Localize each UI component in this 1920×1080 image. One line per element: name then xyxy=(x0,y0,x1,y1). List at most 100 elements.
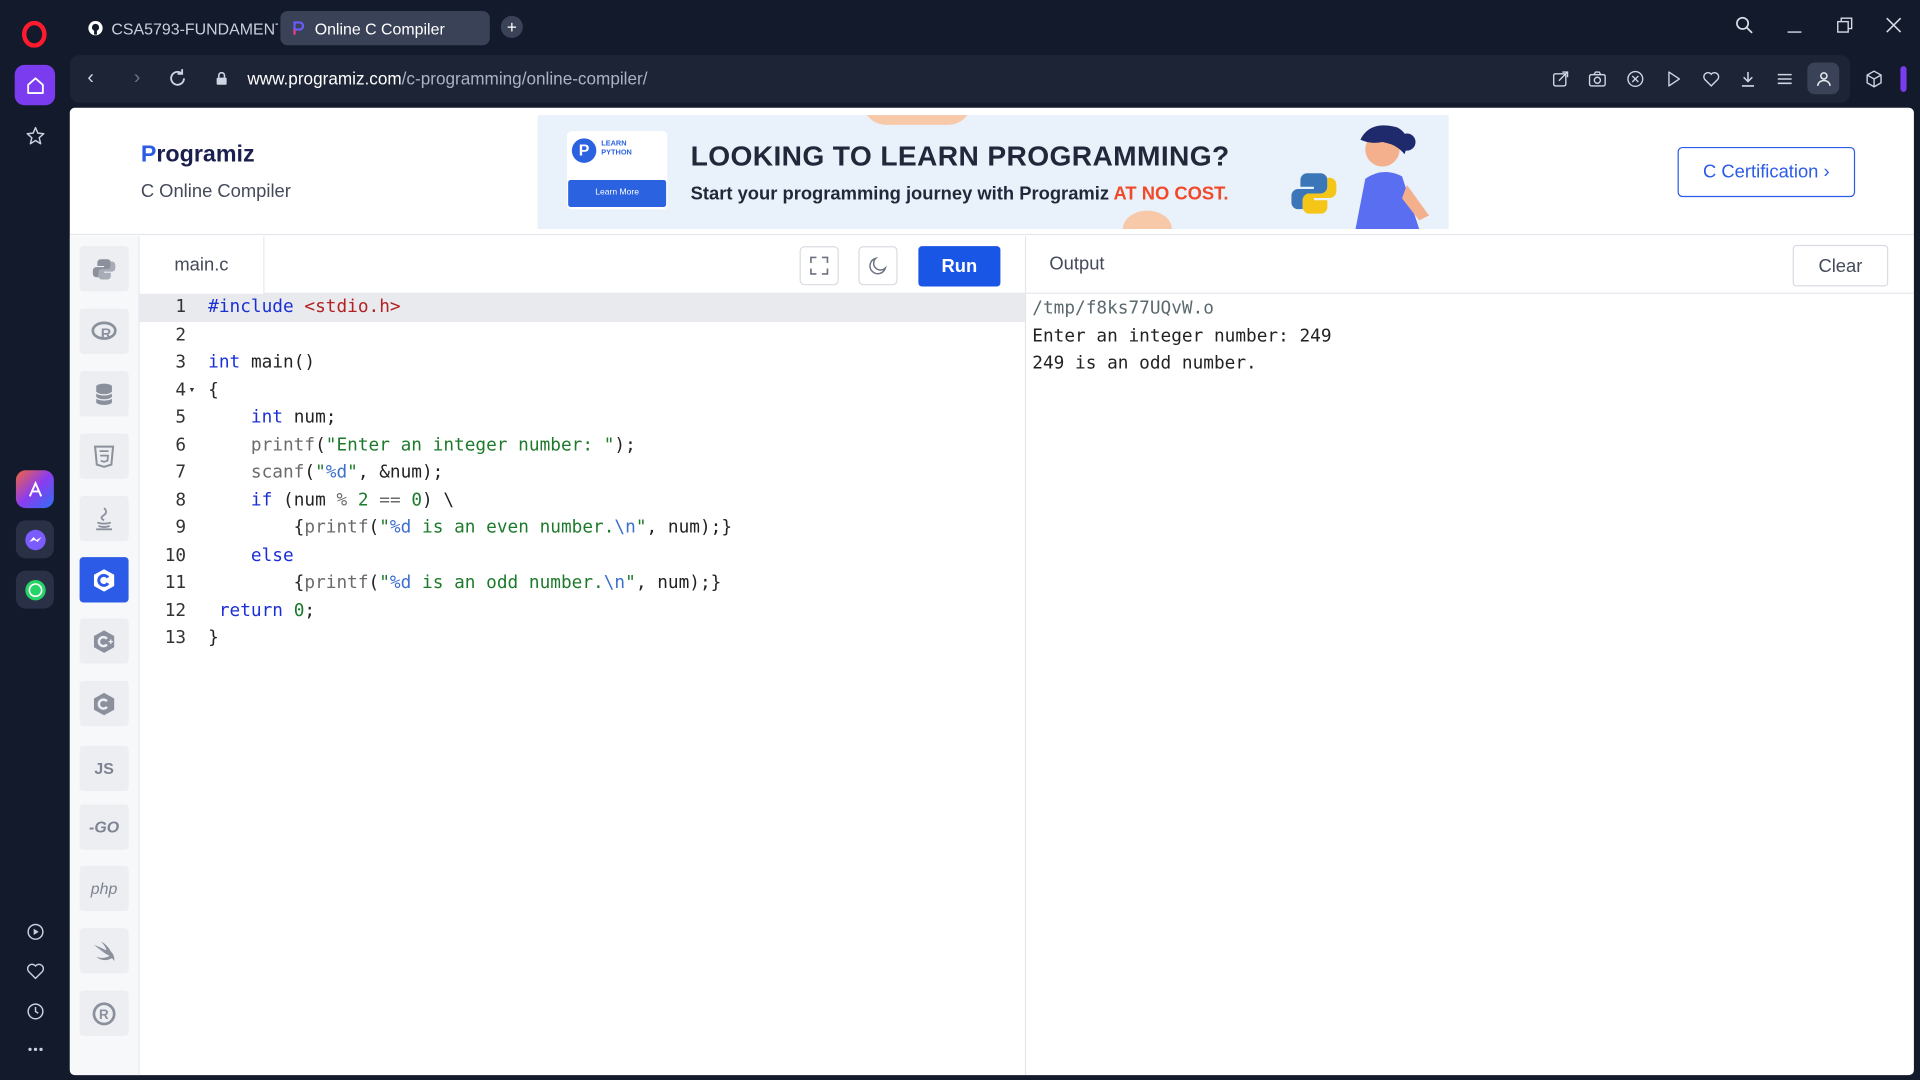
profile-button[interactable] xyxy=(1807,62,1840,95)
ad-banner[interactable]: P LEARN PYTHON Learn More LOOKING TO LEA… xyxy=(537,115,1449,229)
line-number: 5 xyxy=(175,407,187,428)
banner-subtitle-highlight: AT NO COST. xyxy=(1113,183,1229,205)
tab-online-c-compiler[interactable]: Online C Compiler xyxy=(280,11,490,46)
code-line: 5 int num; xyxy=(140,404,1025,432)
python-icon xyxy=(92,258,116,279)
code-line: 13} xyxy=(140,624,1025,652)
r-language-icon: R xyxy=(91,320,117,342)
page-subtitle: C Online Compiler xyxy=(140,181,291,203)
programiz-logo[interactable]: Programiz xyxy=(141,142,255,169)
tab-bar: CSA5793-FUNDAMENTAL Online C Compiler + xyxy=(70,0,1920,54)
player-icon[interactable] xyxy=(15,911,55,951)
new-tab-button[interactable]: + xyxy=(500,15,523,38)
lang-sql-button[interactable] xyxy=(79,371,129,417)
code-line: 11 {printf("%d is an odd number.\n", num… xyxy=(140,569,1025,597)
banner-card: P LEARN PYTHON Learn More xyxy=(566,131,668,210)
line-number: 13 xyxy=(164,628,187,648)
restore-icon[interactable] xyxy=(1834,15,1855,36)
camera-snapshot-icon[interactable] xyxy=(1587,69,1608,90)
lang-go-button[interactable]: -GO xyxy=(79,804,129,850)
extensions-cube-icon[interactable] xyxy=(1864,69,1885,90)
banner-decoration xyxy=(1122,210,1172,229)
banner-learn-more-button[interactable]: Learn More xyxy=(568,180,667,207)
code-text: int main() xyxy=(208,352,316,373)
back-icon[interactable]: ‹ xyxy=(80,67,102,89)
webpage: Programiz C Online Compiler P LEARN PYTH… xyxy=(69,107,1914,1076)
lang-swift-button[interactable] xyxy=(79,928,129,974)
svg-text:R: R xyxy=(101,326,112,342)
code-text: scanf("%d", &num); xyxy=(250,462,444,483)
close-window-icon[interactable] xyxy=(1883,15,1904,36)
c-certification-button[interactable]: C Certification › xyxy=(1677,146,1856,198)
favorites-heart-icon[interactable] xyxy=(15,950,55,990)
output-line: 249 is an odd number. xyxy=(1032,353,1257,374)
lang-html-button[interactable] xyxy=(79,433,129,479)
output-console[interactable]: /tmp/f8ks77UQvW.o Enter an integer numbe… xyxy=(1032,295,1908,378)
minimize-icon[interactable] xyxy=(1784,15,1805,36)
lock-icon xyxy=(216,71,227,85)
code-text: } xyxy=(208,628,219,648)
lang-cpp-button[interactable] xyxy=(79,618,129,664)
editor-toolbar: main.c Run xyxy=(139,236,1025,294)
lang-csharp-button[interactable] xyxy=(79,680,129,727)
send-to-icon[interactable] xyxy=(1550,69,1571,90)
fold-arrow-icon[interactable]: ▾ xyxy=(189,377,196,405)
svg-text:R: R xyxy=(99,1006,109,1021)
opera-logo-icon[interactable] xyxy=(21,20,48,48)
logo-p: P xyxy=(140,142,157,168)
code-text: return 0; xyxy=(218,600,316,621)
output-title: Output xyxy=(1049,253,1105,275)
csharp-icon xyxy=(93,692,115,715)
code-editor[interactable]: 1 #include <stdio.h> 2 3 int main() 4 ▾ { 5 … xyxy=(139,293,1025,1075)
heart-icon[interactable] xyxy=(1701,69,1722,90)
output-line: /tmp/f8ks77UQvW.o xyxy=(1032,298,1214,319)
lang-r-button[interactable]: R xyxy=(79,308,129,354)
whatsapp-icon[interactable] xyxy=(15,570,54,609)
code-text: if (num % 2 == 0) \ xyxy=(250,490,455,511)
code-text: else xyxy=(250,545,294,566)
tab-github[interactable]: CSA5793-FUNDAMENTAL xyxy=(77,11,278,45)
logo-text: rogramiz xyxy=(156,142,255,168)
play-icon[interactable] xyxy=(1663,69,1684,90)
easy-setup-icon[interactable] xyxy=(1774,69,1795,90)
database-icon xyxy=(95,383,113,405)
search-tabs-icon[interactable] xyxy=(1734,15,1755,36)
sidebar-indicator xyxy=(1900,66,1907,92)
code-line: 4 ▾ { xyxy=(140,377,1025,405)
fullscreen-button[interactable] xyxy=(799,246,839,286)
lang-javascript-button[interactable]: JS xyxy=(79,745,129,792)
lang-rust-button[interactable]: R xyxy=(79,990,129,1036)
adblock-icon[interactable] xyxy=(1625,69,1646,90)
lang-c-button[interactable] xyxy=(79,557,129,603)
swift-icon xyxy=(93,940,115,961)
code-text: { xyxy=(208,380,219,400)
reload-icon[interactable] xyxy=(167,67,189,89)
download-icon[interactable] xyxy=(1738,69,1759,90)
url-field[interactable]: www.programiz.com/c-programming/online-c… xyxy=(247,69,647,89)
lang-python-button[interactable] xyxy=(79,246,129,292)
lang-php-button[interactable]: php xyxy=(79,865,129,912)
run-button[interactable]: Run xyxy=(918,246,1001,287)
dark-mode-button[interactable] xyxy=(858,246,898,286)
history-clock-icon[interactable] xyxy=(15,991,55,1031)
speed-dial-star-icon[interactable] xyxy=(15,115,55,155)
line-number: 10 xyxy=(164,545,187,566)
clear-button[interactable]: Clear xyxy=(1792,244,1889,287)
lang-java-button[interactable] xyxy=(79,495,129,542)
url-path: /c-programming/online-compiler/ xyxy=(401,68,648,89)
line-number: 12 xyxy=(164,600,187,621)
messenger-icon[interactable] xyxy=(15,520,54,559)
rust-icon: R xyxy=(92,1001,116,1025)
go-icon: -GO xyxy=(89,817,120,837)
line-number: 11 xyxy=(164,573,187,593)
line-number: 4 xyxy=(175,380,187,400)
line-number: 6 xyxy=(175,435,187,455)
file-tab-main-c[interactable]: main.c xyxy=(139,236,265,294)
forward-icon[interactable]: › xyxy=(126,67,148,89)
panel-divider[interactable] xyxy=(1024,236,1027,1076)
line-number: 8 xyxy=(175,490,187,511)
banner-subtitle-lead: Start your programming journey with Prog… xyxy=(690,183,1114,205)
more-options-icon[interactable] xyxy=(15,1029,55,1069)
home-icon[interactable] xyxy=(14,64,56,106)
aria-app-icon[interactable] xyxy=(15,470,54,509)
